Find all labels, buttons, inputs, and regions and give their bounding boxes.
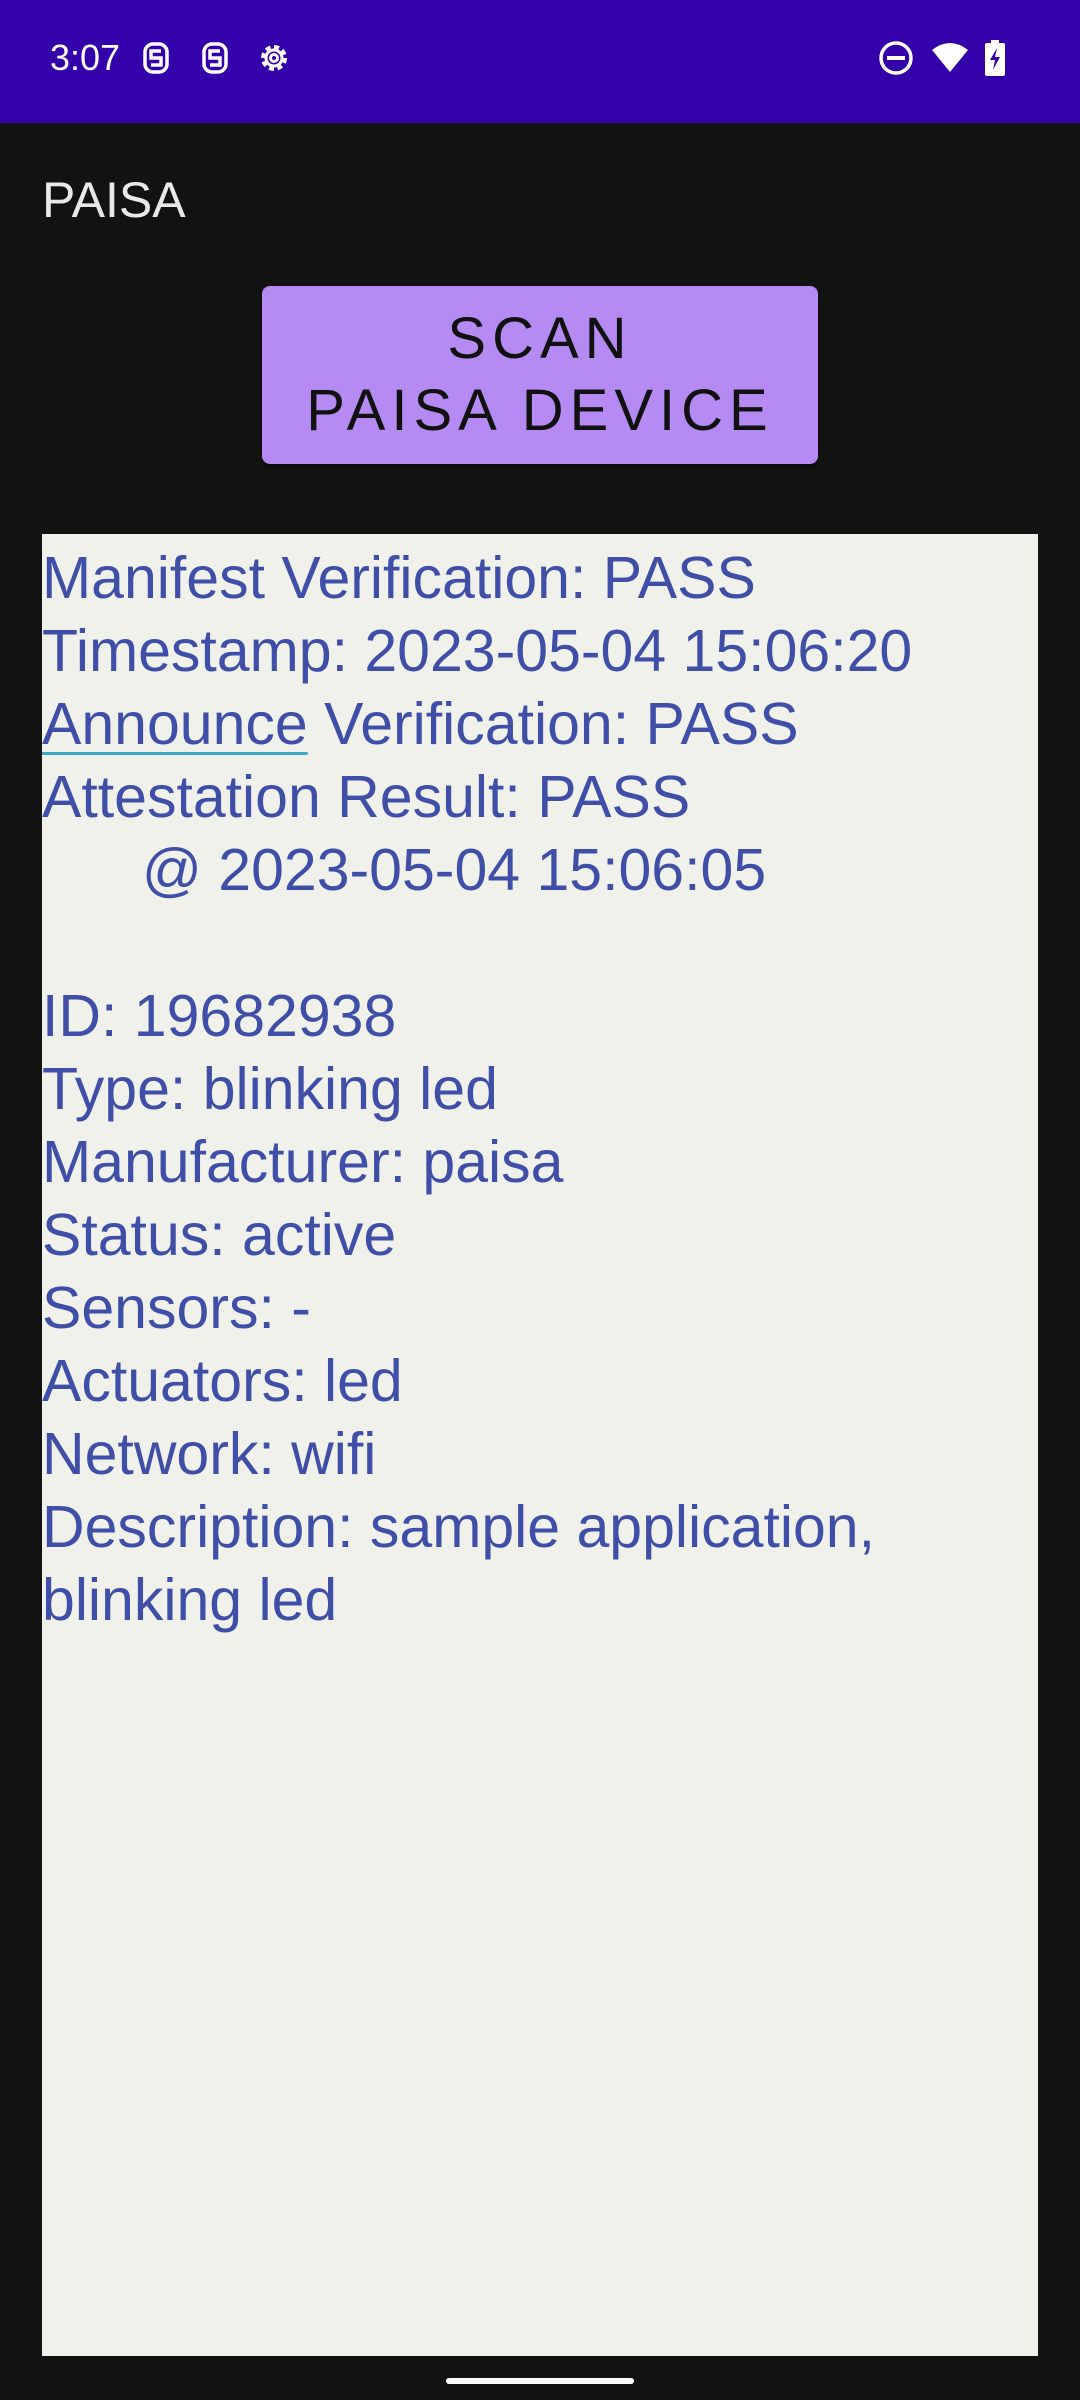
manifest-verification: Manifest Verification: PASS [42,545,756,611]
do-not-disturb-icon [876,38,916,78]
home-gesture-handle[interactable] [446,2378,634,2384]
scan-button-label-line2: PAISA DEVICE [306,378,774,443]
device-status: Status: active [42,1202,397,1268]
device-manufacturer: Manufacturer: paisa [42,1129,564,1195]
battery-charging-icon [978,38,1012,78]
settings-gear-icon [254,38,294,78]
device-id: ID: 19682938 [42,983,397,1049]
announce-verification: Announce Verification: PASS [42,688,799,761]
status-time: 3:07 [50,37,121,78]
navigation-bar [0,2356,1080,2400]
device-actuators: Actuators: led [42,1348,403,1414]
notification-s-icon [136,38,176,78]
attestation-result: Attestation Result: PASS [42,764,691,830]
device-description-continued: blinking led [42,1567,338,1633]
scan-button-label-line1: SCAN [447,306,633,371]
wifi-icon [930,38,970,78]
device-network: Network: wifi [42,1421,377,1487]
status-bar: 3:07 [0,0,1080,123]
announce-verification-value: Verification: PASS [307,691,799,757]
attestation-time: @ 2023-05-04 15:06:05 [142,837,767,903]
device-description: Description: sample application, [42,1494,875,1560]
notification-s-icon [195,38,235,78]
device-info-panel: Manifest Verification: PASS Timestamp: 2… [42,534,1038,2356]
app-title: PAISA [42,172,186,228]
scan-paisa-device-button[interactable]: SCAN PAISA DEVICE [262,286,818,464]
device-type: Type: blinking led [42,1056,498,1122]
announce-word: Announce [42,691,308,757]
timestamp: Timestamp: 2023-05-04 15:06:20 [42,618,913,684]
device-sensors: Sensors: - [42,1275,311,1341]
